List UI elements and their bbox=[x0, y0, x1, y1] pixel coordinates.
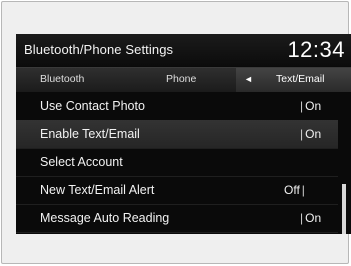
value-on: On bbox=[305, 99, 322, 113]
tab-bluetooth[interactable]: Bluetooth bbox=[40, 73, 84, 85]
setting-enable-text-email[interactable]: Enable Text/Email | On bbox=[16, 120, 338, 149]
setting-value: | On bbox=[298, 127, 321, 141]
tab-text-email-label: Text/Email bbox=[276, 73, 325, 85]
value-off: Off bbox=[284, 183, 300, 197]
infotainment-screen: Bluetooth/Phone Settings 12:34 Bluetooth… bbox=[16, 34, 351, 234]
setting-label: Message Auto Reading bbox=[40, 211, 170, 225]
scrollbar[interactable] bbox=[342, 184, 346, 234]
value-separator: | bbox=[301, 183, 305, 197]
tab-text-email[interactable]: ◄ Text/Email bbox=[236, 68, 351, 92]
value-on: On bbox=[305, 127, 322, 141]
setting-label: Enable Text/Email bbox=[40, 127, 140, 141]
clock: 12:34 bbox=[287, 37, 345, 62]
setting-message-auto-reading[interactable]: Message Auto Reading | On bbox=[16, 204, 338, 233]
left-arrow-icon: ◄ bbox=[244, 74, 253, 84]
setting-label: Select Account bbox=[40, 155, 123, 169]
header-bar: Bluetooth/Phone Settings 12:34 bbox=[16, 34, 351, 66]
setting-value: | On bbox=[298, 211, 321, 225]
setting-label: New Text/Email Alert bbox=[40, 183, 155, 197]
setting-value: | On bbox=[298, 99, 321, 113]
setting-value: Off | bbox=[284, 183, 307, 197]
tab-bar: Bluetooth Phone ◄ Text/Email bbox=[16, 67, 351, 92]
page-title: Bluetooth/Phone Settings bbox=[24, 42, 174, 57]
setting-new-text-email-alert[interactable]: New Text/Email Alert Off | bbox=[16, 176, 338, 205]
value-on: On bbox=[305, 211, 322, 225]
setting-use-contact-photo[interactable]: Use Contact Photo | On bbox=[16, 92, 338, 121]
setting-label: Use Contact Photo bbox=[40, 99, 145, 113]
setting-select-account[interactable]: Select Account bbox=[16, 148, 338, 177]
tab-phone[interactable]: Phone bbox=[166, 73, 196, 85]
